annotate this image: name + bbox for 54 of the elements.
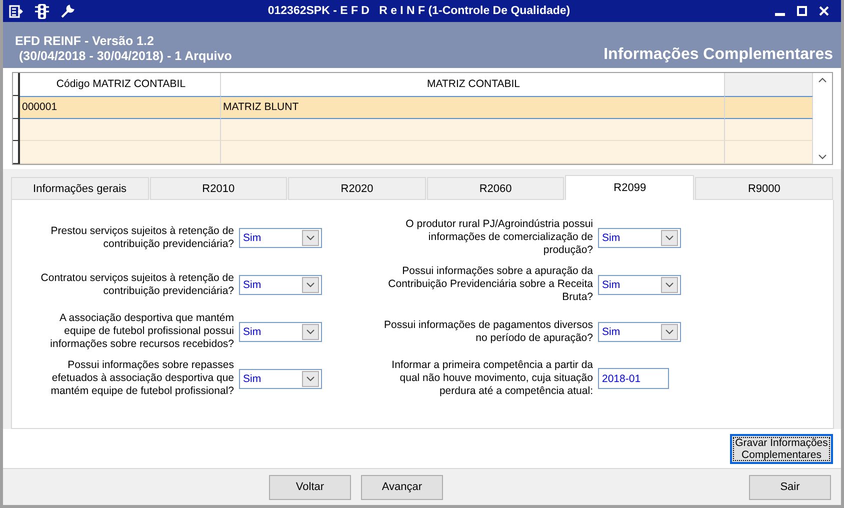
chevron-down-icon [665, 282, 674, 288]
scroll-up-icon[interactable] [818, 77, 827, 83]
dropdown[interactable]: Sim [239, 368, 322, 388]
dropdown[interactable]: Sim [239, 274, 322, 294]
dropdown[interactable]: Sim [598, 228, 681, 248]
tab[interactable]: R2020 [288, 177, 426, 200]
tab[interactable]: R2099 [565, 175, 694, 200]
grid-row[interactable]: 000001 MATRIZ BLUNT [13, 96, 813, 118]
dropdown[interactable]: Sim [239, 322, 322, 342]
chevron-down-icon [306, 234, 315, 240]
app-version: EFD REINF - Versão 1.2 [15, 34, 155, 49]
chevron-down-icon [306, 282, 315, 288]
dropdown-arrow-button[interactable] [302, 370, 319, 386]
save-button[interactable]: Gravar Informações Complementares [730, 434, 833, 464]
dropdown[interactable]: Sim [239, 228, 322, 248]
chevron-down-icon [306, 328, 315, 334]
field-label: O produtor rural PJ/Agroindústria possui informações de comercialização de produção? [404, 218, 593, 257]
exit-button[interactable]: Sair [749, 474, 831, 500]
dropdown[interactable]: Sim [598, 274, 681, 294]
window-title: 012362SPK - E F D R e I N F (1-Controle De Qualidade) [266, 5, 572, 17]
dropdown-arrow-button[interactable] [302, 276, 319, 292]
dropdown-arrow-button[interactable] [661, 230, 678, 246]
wrench-icon[interactable] [61, 4, 75, 18]
dropdown-arrow-button[interactable] [302, 324, 319, 340]
scroll-down-icon[interactable] [818, 154, 827, 160]
nav-button[interactable]: Avançar [361, 474, 443, 500]
field-label: A associação desportiva que mantém equipe de futebol profissional possui informações sobre recursos recebidos? [49, 312, 234, 351]
chevron-down-icon [665, 328, 674, 334]
field-label: Contratou serviços sujeitos à retenção de contribuição previdenciária? [40, 272, 234, 298]
menu-icon[interactable] [9, 4, 23, 18]
dropdown-arrow-button[interactable] [661, 324, 678, 340]
traffic-light-icon[interactable] [35, 4, 49, 18]
dropdown-arrow-button[interactable] [661, 276, 678, 292]
dropdown-arrow-button[interactable] [302, 230, 319, 246]
table-cell: MATRIZ BLUNT [221, 96, 725, 118]
dropdown[interactable]: Sim [598, 322, 681, 342]
field-label: Prestou serviços sujeitos à retenção de contribuição previdenciária? [50, 224, 234, 250]
chevron-down-icon [306, 376, 315, 382]
maximize-icon[interactable] [797, 6, 807, 16]
period-text: (30/04/2018 - 30/04/2018) - 1 Arquivo [18, 49, 232, 64]
field-label: Possui informações sobre repasses efetuados à associação desportiva que mantém equipe de futebol profissional? [50, 359, 234, 398]
field-label: Possui informações de pagamentos diversos no período de apuração? [383, 318, 593, 344]
tab[interactable]: R9000 [695, 177, 833, 200]
tab[interactable]: Informações gerais [11, 177, 149, 200]
field-label: Informar a primeira competência a partir da qual não houve movimento, cuja situação perdura até a competência atual: [390, 359, 593, 398]
chevron-down-icon [665, 234, 674, 240]
tab[interactable]: R2010 [150, 177, 288, 200]
close-icon[interactable] [819, 6, 829, 16]
section-title: Informações Complementares [604, 46, 833, 64]
tab[interactable]: R2060 [426, 177, 564, 200]
nav-button[interactable]: Voltar [269, 474, 351, 500]
field-label: Possui informações sobre a apuração da Contribuição Previdenciária sobre a Receita Bruta? [387, 265, 593, 304]
table-cell: 000001 [20, 96, 221, 118]
input-field[interactable]: 2018-01 [598, 368, 669, 389]
